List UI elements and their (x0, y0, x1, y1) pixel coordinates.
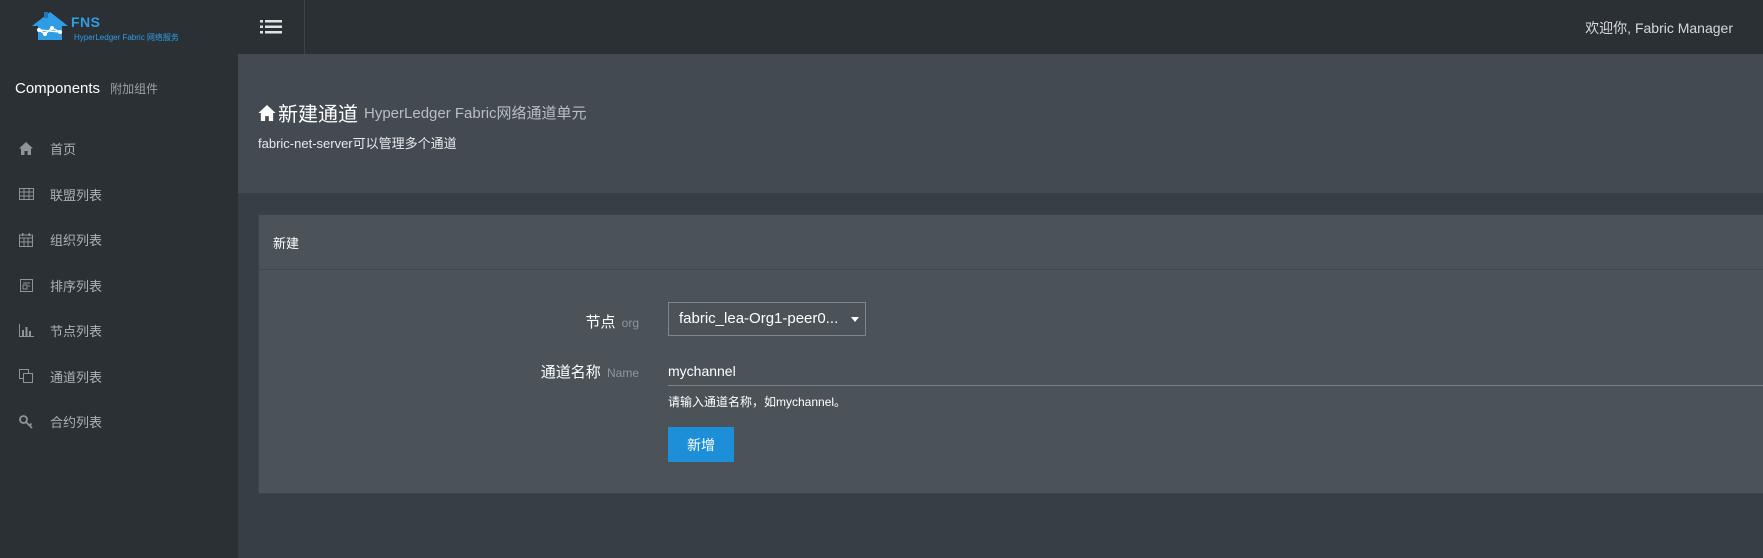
channel-name-help: 请输入通道名称，如mychannel。 (668, 395, 847, 409)
sidebar-menu: 首页 联盟列表 组织列表 排序列表 节点列表 通道列表 合约列表 (0, 126, 238, 445)
home-icon (258, 104, 276, 121)
channel-name-label-hint: Name (606, 366, 639, 380)
sidebar-item-organization[interactable]: 组织列表 (0, 217, 238, 263)
components-subtitle: 附加组件 (110, 82, 159, 96)
topbar: 欢迎你, Fabric Manager (238, 0, 1763, 54)
sidebar-item-label: 节点列表 (50, 324, 103, 340)
home-icon (18, 141, 34, 157)
chevron-down-icon (851, 317, 859, 322)
node-select[interactable]: fabric_lea-Org1-peer0... (668, 302, 866, 336)
page-subtitle: HyperLedger Fabric网络通道单元 (364, 105, 587, 122)
sidebar-item-consortium[interactable]: 联盟列表 (0, 172, 238, 218)
page-header: 新建通道 HyperLedger Fabric网络通道单元 fabric-net… (238, 54, 1763, 193)
sidebar: FNS HyperLedger Fabric 网络服务 Components 附加… (0, 0, 238, 558)
list-box-icon (18, 277, 34, 293)
sidebar-toggle-button[interactable] (238, 0, 305, 54)
sidebar-item-label: 合约列表 (50, 415, 103, 431)
welcome-user-menu[interactable]: 欢迎你, Fabric Manager (1585, 18, 1733, 38)
components-title: Components (15, 80, 101, 97)
sidebar-item-home[interactable]: 首页 (0, 126, 238, 172)
sidebar-item-peer[interactable]: 节点列表 (0, 308, 238, 354)
calendar-icon (18, 232, 34, 248)
sidebar-item-label: 通道列表 (50, 369, 103, 385)
bar-chart-icon (18, 323, 34, 339)
brand-subtitle: HyperLedger Fabric 网络服务 (74, 33, 179, 42)
sidebar-item-label: 排序列表 (50, 278, 103, 294)
brand-name: FNS (71, 14, 101, 30)
sidebar-item-chaincode[interactable]: 合约列表 (0, 399, 238, 445)
node-select-value: fabric_lea-Org1-peer0... (679, 310, 839, 327)
sidebar-item-channel[interactable]: 通道列表 (0, 354, 238, 400)
sidebar-item-label: 联盟列表 (50, 187, 103, 203)
panel-title: 新建 (259, 215, 1763, 270)
node-label: 节点 org (339, 311, 639, 332)
sidebar-item-label: 首页 (50, 142, 77, 158)
page-title-text: 新建通道 (278, 104, 358, 126)
node-label-text: 节点 (585, 314, 616, 331)
channel-name-label-text: 通道名称 (540, 364, 601, 381)
key-icon (18, 414, 34, 430)
components-heading: Components 附加组件 (15, 80, 158, 97)
add-button[interactable]: 新增 (668, 427, 734, 462)
house-logo-icon (32, 12, 68, 40)
create-channel-panel: 新建 节点 org fabric_lea-Org1-peer0... 通道名称 … (258, 213, 1763, 494)
page-title: 新建通道 HyperLedger Fabric网络通道单元 (258, 98, 587, 127)
page-description: fabric-net-server可以管理多个通道 (258, 136, 457, 151)
sidebar-item-label: 组织列表 (50, 233, 103, 249)
sidebar-item-orderer[interactable]: 排序列表 (0, 263, 238, 309)
channel-name-input[interactable] (668, 357, 1763, 386)
logo[interactable]: FNS HyperLedger Fabric 网络服务 (30, 10, 210, 48)
channel-name-label: 通道名称 Name (339, 361, 639, 382)
table-icon (18, 186, 34, 202)
list-icon (260, 20, 282, 34)
copy-icon (18, 368, 34, 384)
node-label-hint: org (621, 316, 639, 330)
